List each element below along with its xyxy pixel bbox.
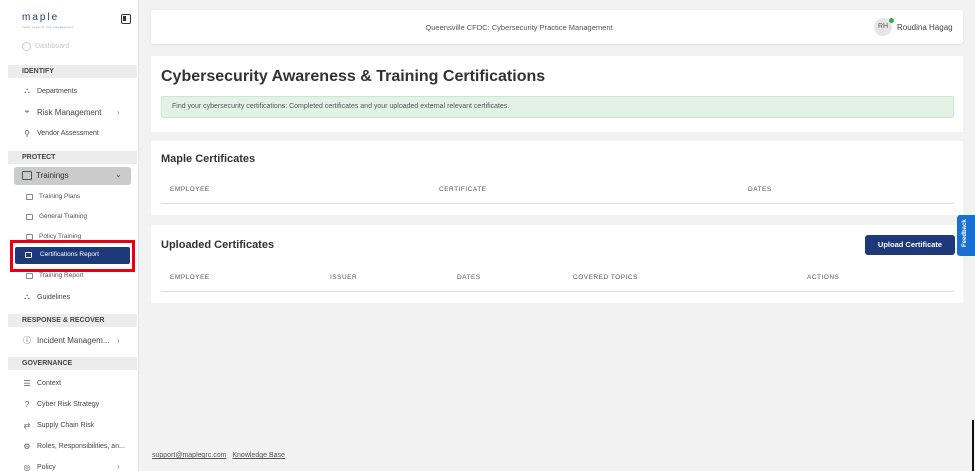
chevron-right-icon[interactable]: › xyxy=(117,108,120,117)
sidebar-item-general-training[interactable]: General Training xyxy=(26,213,87,220)
document-icon xyxy=(26,193,33,200)
maple-certificates-title: Maple Certificates xyxy=(161,153,256,165)
page-header-card: Cybersecurity Awareness & Training Certi… xyxy=(151,56,963,132)
main-content: Queensville CFDC: Cybersecurity Practice… xyxy=(139,0,975,471)
online-status-dot xyxy=(889,18,894,23)
sidebar-item-label: Trainings xyxy=(36,171,69,180)
sidebar-item-guidelines[interactable]: ⛬ Guidelines xyxy=(22,292,70,302)
section-protect: PROTECT xyxy=(8,151,137,164)
org-title: Queensville CFDC: Cybersecurity Practice… xyxy=(425,23,613,32)
sidebar-item-trainings[interactable]: Trainings ⌄ xyxy=(14,167,131,185)
uploaded-certificates-title: Uploaded Certificates xyxy=(161,239,275,251)
chevron-right-icon[interactable]: › xyxy=(117,336,120,345)
sidebar-item-label: Vendor Assessment xyxy=(37,129,99,137)
maple-certificates-card: Maple Certificates EMPLOYEE CERTIFICATE … xyxy=(151,141,963,215)
table-divider xyxy=(161,291,954,292)
brand-logo[interactable]: maple xyxy=(22,12,59,23)
sidebar-item-label: Policy Training xyxy=(39,233,82,240)
column-header-dates[interactable]: DATES xyxy=(748,186,772,193)
column-header-dates[interactable]: DATES xyxy=(457,274,481,281)
sidebar-item-label: Departments xyxy=(37,87,78,95)
lightbulb-icon: ? xyxy=(24,399,30,409)
sidebar-item-label: Cyber Risk Strategy xyxy=(37,400,100,408)
sidebar-item-label: Incident Managem... xyxy=(37,335,110,345)
uploaded-certificates-card: Uploaded Certificates Upload Certificate… xyxy=(151,225,963,303)
document-icon xyxy=(26,233,33,240)
sidebar-item-vendor-assessment[interactable]: ⚲ Vendor Assessment xyxy=(22,128,99,138)
org-chart-icon: ⛬ xyxy=(24,86,30,95)
highlight-box xyxy=(10,240,135,272)
target-icon: ⌖ xyxy=(24,107,30,116)
column-header-actions[interactable]: ACTIONS xyxy=(807,274,839,281)
section-governance: GOVERNANCE xyxy=(8,357,137,370)
column-header-certificate[interactable]: CERTIFICATE xyxy=(439,186,487,193)
feedback-tab[interactable]: Feedback xyxy=(957,215,975,256)
sidebar-item-label: General Training xyxy=(39,213,88,220)
sidebar-item-label: Training Report xyxy=(39,272,84,279)
sidebar-item-context[interactable]: ☰ Context xyxy=(22,378,61,388)
column-header-covered-topics[interactable]: COVERED TOPICS xyxy=(573,274,638,281)
sidebar-item-cyber-risk-strategy[interactable]: ? Cyber Risk Strategy xyxy=(22,399,99,409)
sidebar-item-departments[interactable]: ⛬ Departments xyxy=(22,86,77,96)
sidebar: maple cyber security risk management Das… xyxy=(0,0,139,471)
sidebar-item-risk-management[interactable]: ⌖ Risk Management xyxy=(22,107,102,117)
alert-circle-icon: ⓘ xyxy=(23,335,31,345)
edge-line xyxy=(972,420,974,471)
column-header-employee[interactable]: EMPLOYEE xyxy=(170,274,210,281)
sidebar-item-label: Supply Chain Risk xyxy=(37,421,95,429)
sidebar-item-label: Training Plans xyxy=(39,193,81,200)
sidebar-item-roles[interactable]: ⚙ Roles, Responsibilities, an... xyxy=(22,441,125,451)
support-email-link[interactable]: support@maplegrc.com xyxy=(152,452,226,459)
section-identify: IDENTIFY xyxy=(8,65,137,78)
user-name[interactable]: Roudina Hagag xyxy=(897,23,953,32)
sidebar-item-policy[interactable]: ◎ Policy xyxy=(22,462,56,471)
section-response-recover: RESPONSE & RECOVER xyxy=(8,314,137,327)
chevron-right-icon[interactable]: › xyxy=(117,462,120,471)
feedback-label: Feedback xyxy=(962,219,968,247)
sidebar-item-supply-chain-risk[interactable]: ⇄ Supply Chain Risk xyxy=(22,420,95,430)
chevron-down-icon: ⌄ xyxy=(115,170,122,179)
sidebar-item-incident-management[interactable]: ⓘ Incident Managem... xyxy=(22,335,109,345)
document-icon xyxy=(26,272,33,279)
dashboard-icon xyxy=(22,42,31,51)
sidebar-item-label: Guidelines xyxy=(37,293,71,301)
footer: support@maplegrc.com Knowledge Base xyxy=(152,452,289,459)
column-header-employee[interactable]: EMPLOYEE xyxy=(170,186,210,193)
sidebar-item-dashboard[interactable]: Dashboard xyxy=(22,42,69,51)
sidebar-item-label: Risk Management xyxy=(37,107,102,117)
sidebar-item-label: Policy xyxy=(37,463,56,471)
supply-chain-icon: ⇄ xyxy=(23,420,31,430)
people-search-icon: ⚲ xyxy=(24,128,30,138)
sidebar-item-label: Context xyxy=(37,379,62,387)
sidebar-item-policy-training[interactable]: Policy Training xyxy=(26,233,81,240)
hierarchy-icon: ⛬ xyxy=(24,292,30,301)
sidebar-collapse-icon[interactable] xyxy=(121,14,131,24)
sidebar-item-training-report[interactable]: Training Report xyxy=(26,272,84,279)
page-title: Cybersecurity Awareness & Training Certi… xyxy=(161,68,546,85)
top-bar: Queensville CFDC: Cybersecurity Practice… xyxy=(151,10,963,44)
training-icon xyxy=(22,171,32,180)
info-banner: Find your cybersecurity certifications: … xyxy=(161,96,954,118)
column-header-issuer[interactable]: ISSUER xyxy=(330,274,357,281)
document-icon xyxy=(26,213,33,220)
list-icon: ☰ xyxy=(23,378,31,388)
roles-icon: ⚙ xyxy=(23,441,31,451)
policy-icon: ◎ xyxy=(23,462,31,471)
sidebar-item-label: Dashboard xyxy=(35,43,70,50)
table-divider xyxy=(161,203,954,204)
upload-certificate-button[interactable]: Upload Certificate xyxy=(865,235,955,255)
sidebar-item-label: Roles, Responsibilities, an... xyxy=(37,442,125,450)
sidebar-item-training-plans[interactable]: Training Plans xyxy=(26,193,80,200)
brand-tagline: cyber security risk management xyxy=(22,25,74,29)
knowledge-base-link[interactable]: Knowledge Base xyxy=(232,452,285,459)
